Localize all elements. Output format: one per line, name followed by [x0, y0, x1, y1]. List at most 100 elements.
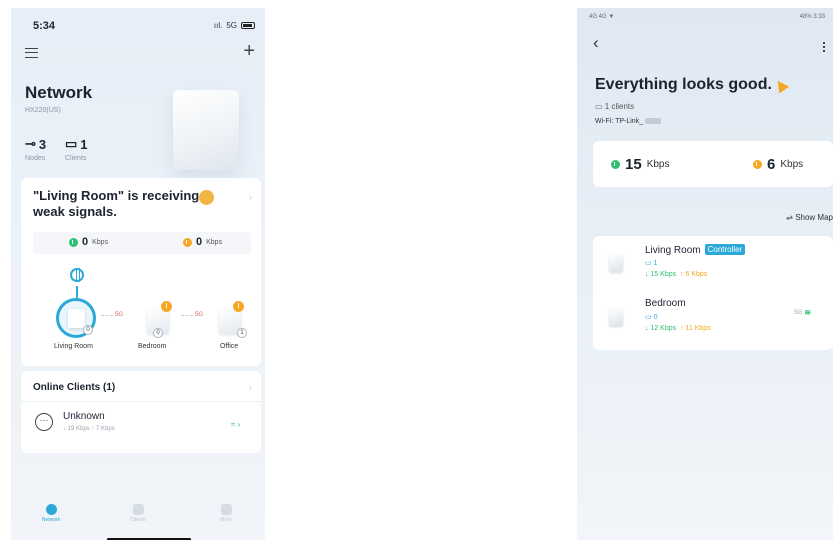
tab-label: Clients [130, 517, 146, 523]
chevron-right-icon: › [249, 192, 252, 202]
clients-icon: ▭ [595, 102, 603, 111]
controller-badge: Controller [704, 244, 746, 255]
online-clients-card[interactable]: Online Clients (1) › ··· Unknown ↓ 19 Kb… [21, 371, 261, 453]
network-type: 5G [226, 21, 237, 30]
node-bedroom[interactable]: ! 0 [147, 301, 172, 338]
back-arrow-icon[interactable]: ‹ [593, 33, 599, 53]
internet-globe-icon [70, 268, 84, 282]
speed-strip: 0 Kbps 0 Kbps [33, 232, 251, 254]
client-name[interactable]: Unknown [63, 411, 105, 422]
internet-link [76, 286, 78, 298]
router-image [173, 90, 239, 170]
add-icon[interactable]: + [243, 41, 255, 61]
download-speed: 15 Kbps [611, 156, 669, 173]
nodes-count: 3 [38, 136, 47, 152]
sad-face-icon [199, 190, 214, 205]
node-label: Living Room [54, 343, 93, 350]
party-popper-icon [773, 76, 789, 92]
menu-icon[interactable] [25, 48, 38, 58]
clients-stat[interactable]: ▭ 1 Clients [65, 136, 88, 162]
upload-icon [183, 237, 192, 247]
show-map-link[interactable]: ⇌ Show Map [786, 213, 833, 222]
tab-network[interactable]: Network [31, 504, 71, 523]
download-value: 0 [82, 236, 89, 248]
status-right: 48% 3:33 [799, 14, 825, 20]
band-indicator: 5G ≋ [794, 308, 811, 317]
status-title: Everything looks good. [595, 76, 772, 93]
clients-icon: ▭ [65, 136, 78, 151]
more-tab-icon [220, 504, 232, 515]
upload-value: 0 [196, 236, 203, 248]
node-label: Bedroom [138, 343, 167, 350]
nodes-icon: ⊸ [25, 136, 36, 151]
device-name: Living Room Controller [645, 244, 746, 256]
device-clients: ▭ 0 [645, 314, 658, 321]
upload-unit: Kbps [206, 238, 223, 246]
device-model: HX220(US) [25, 107, 61, 114]
alert-message: "Living Room" is receiving weak signals. [33, 188, 200, 219]
battery-icon [241, 22, 255, 29]
warning-badge: ! [161, 301, 172, 312]
clients-count[interactable]: ▭ 1 clients [595, 102, 634, 111]
wifi-icon: ≈ › [231, 420, 241, 429]
node-label: Office [220, 343, 239, 350]
upload-speed: 0 Kbps [183, 236, 222, 248]
right-phone-screen: 4G 4G ▼ 48% 3:33 ‹ Everything looks good… [577, 8, 833, 540]
left-phone-screen: 5:34 ııl. 5G + Network HX220(US) ⊸ 3 Node… [11, 8, 265, 540]
device-speed: ↓ 15 Kbps ↑ 6 Kbps [645, 271, 708, 278]
clients-label: Clients [65, 155, 87, 162]
wifi-network: Wi-Fi: TP-Link_ [595, 118, 662, 125]
link-band: 5G [181, 312, 203, 318]
tab-label: More [220, 517, 232, 523]
status-left: 4G 4G ▼ [589, 14, 615, 20]
tab-more[interactable]: More [206, 504, 246, 523]
download-unit: Kbps [92, 238, 109, 246]
node-office[interactable]: ! 1 [219, 301, 247, 338]
tab-bar: Network Clients More [11, 496, 265, 540]
upload-unit: Kbps [780, 159, 804, 170]
devices-list: Living Room Controller ▭ 1 ↓ 15 Kbps ↑ 6 … [593, 236, 833, 350]
status-indicators: ııl. 5G [214, 21, 255, 30]
speed-card: 15 Kbps 6 Kbps [593, 141, 833, 187]
warning-badge: ! [233, 301, 244, 312]
upload-icon [753, 160, 762, 169]
network-tab-icon [45, 504, 57, 515]
download-speed: 0 Kbps [69, 236, 108, 248]
unknown-device-icon: ··· [35, 413, 53, 431]
device-name: Bedroom [645, 298, 686, 309]
chevron-right-icon: › [249, 382, 252, 392]
clients-text: 1 clients [604, 102, 635, 111]
download-value: 15 [625, 156, 642, 173]
deco-unit-icon [609, 308, 623, 326]
more-vertical-icon[interactable] [823, 42, 825, 52]
download-icon [611, 160, 620, 169]
node-client-count: 1 [237, 328, 247, 338]
online-clients-title: Online Clients (1) [33, 382, 116, 393]
wifi-name: Wi-Fi: TP-Link_ [595, 118, 644, 125]
network-status-card[interactable]: "Living Room" is receiving weak signals.… [21, 178, 261, 366]
download-unit: Kbps [646, 159, 670, 170]
status-time: 5:34 [33, 20, 56, 32]
nodes-label: Nodes [25, 155, 46, 162]
link-band: 5G [101, 312, 123, 318]
divider [21, 401, 261, 402]
deco-unit-icon [68, 309, 85, 328]
node-client-count: 0 [153, 328, 163, 338]
upload-value: 6 [767, 156, 776, 173]
upload-speed: 6 Kbps [753, 156, 803, 173]
nodes-stat[interactable]: ⊸ 3 Nodes [25, 136, 46, 162]
signal-icon: ııl. [213, 21, 223, 30]
node-living-room[interactable]: 0 [56, 298, 96, 338]
tab-clients[interactable]: Clients [118, 504, 158, 523]
clients-tab-icon [132, 504, 144, 515]
device-clients: ▭ 1 [645, 260, 658, 267]
download-icon [69, 237, 78, 247]
client-speed: ↓ 19 Kbps ↑ 7 Kbps [63, 426, 115, 432]
node-client-count: 0 [83, 325, 93, 335]
wifi-signal-icon: ≋ [804, 308, 811, 317]
redacted-ssid [645, 118, 662, 125]
page-title: Network [25, 83, 93, 102]
device-speed: ↓ 12 Kbps ↑ 11 Kbps [645, 325, 711, 332]
tab-label: Network [41, 517, 61, 523]
deco-unit-icon [609, 254, 623, 272]
